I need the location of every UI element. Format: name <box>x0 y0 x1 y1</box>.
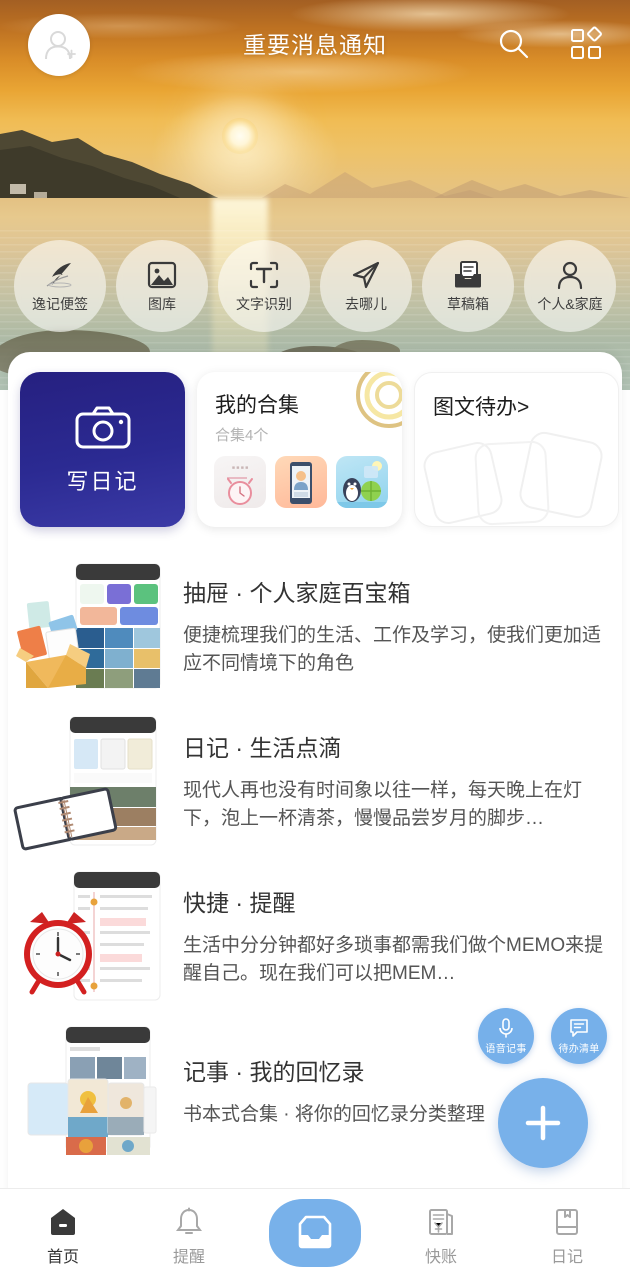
my-collection-card[interactable]: 我的合集 合集4个 ■ ■ ■ ■ <box>197 372 402 527</box>
text-recognition-icon <box>248 258 280 292</box>
todo-list-label: 待办清单 <box>558 1044 600 1055</box>
quick-action-label: 去哪儿 <box>345 296 387 312</box>
camera-icon <box>75 406 130 448</box>
chat-list-icon <box>570 1019 588 1037</box>
quick-action-personal-family[interactable]: 个人&家庭 <box>524 240 616 332</box>
feature-list: 抽屉 · 个人家庭百宝箱 便捷梳理我们的生活、工作及学习，使我们更加适应不同情境… <box>8 548 622 1168</box>
nav-label-accounting: 快账 <box>424 1248 457 1266</box>
list-item-title: 快捷 · 提醒 <box>183 889 296 916</box>
quick-action-label: 文字识别 <box>236 296 292 312</box>
nav-item-reminder[interactable]: 提醒 <box>126 1189 252 1280</box>
collection-title: 我的合集 <box>215 394 299 417</box>
image-text-todo-card[interactable]: 图文待办> <box>414 372 619 527</box>
card-row: 写日记 我的合集 合集4个 ■ ■ ■ ■ 图文待办> <box>20 372 619 527</box>
box-with-phone-grid-illustration <box>8 556 183 696</box>
photo-cards-phone-illustration <box>8 1021 183 1161</box>
nav-label-diary: 日记 <box>550 1248 583 1266</box>
write-diary-card[interactable]: 写日记 <box>20 372 185 527</box>
draft-inbox-icon <box>453 258 483 292</box>
voice-note-fab[interactable]: 语音记事 <box>478 1008 534 1064</box>
list-item-title: 日记 · 生活点滴 <box>183 734 342 761</box>
quick-action-label: 草稿箱 <box>447 296 489 312</box>
list-item-text: 日记 · 生活点滴 现代人再也没有时间象以往一样，每天晚上在灯下，泡上一杯清茶，… <box>183 729 622 832</box>
write-diary-label: 写日记 <box>66 468 139 494</box>
ring-decoration-icon <box>356 372 402 428</box>
bell-icon <box>175 1203 203 1237</box>
nav-label-reminder: 提醒 <box>172 1248 205 1266</box>
collection-thumbnails: ■ ■ ■ ■ <box>214 456 388 508</box>
photo-gallery-icon <box>147 258 177 292</box>
inbox-button[interactable] <box>269 1198 361 1267</box>
list-item[interactable]: 日记 · 生活点滴 现代人再也没有时间象以往一样，每天晚上在灯下，泡上一杯清茶，… <box>8 703 622 858</box>
list-item-desc: 现代人再也没有时间象以往一样，每天晚上在灯下，泡上一杯清茶，慢慢品尝岁月的脚步… <box>183 779 583 829</box>
list-item-title: 抽屉 · 个人家庭百宝箱 <box>183 579 411 606</box>
page-title: 重要消息通知 <box>243 32 387 58</box>
todo-card-title: 图文待办> <box>433 396 530 419</box>
list-item-text: 快捷 · 提醒 生活中分分钟都好多琐事都需我们做个MEMO来提醒自己。现在我们可… <box>183 884 622 987</box>
alarm-clock-thumbnail[interactable]: ■ ■ ■ ■ <box>214 456 266 508</box>
book-icon <box>553 1203 581 1237</box>
quick-actions-row: 逸记便签 图库 文字识别 去哪儿 草稿箱 个人&家庭 <box>0 240 630 340</box>
voice-note-label: 语音记事 <box>485 1044 527 1055</box>
account-icon <box>427 1203 455 1237</box>
todo-list-fab[interactable]: 待办清单 <box>551 1008 607 1064</box>
collection-subtitle: 合集4个 <box>215 427 269 444</box>
microphone-icon <box>499 1018 513 1038</box>
person-icon <box>555 258 585 292</box>
quick-action-places[interactable]: 去哪儿 <box>320 240 412 332</box>
nav-item-diary[interactable]: 日记 <box>504 1189 630 1280</box>
list-item[interactable]: 快捷 · 提醒 生活中分分钟都好多琐事都需我们做个MEMO来提醒自己。现在我们可… <box>8 858 622 1013</box>
penguin-scene-thumbnail[interactable] <box>336 456 388 508</box>
quick-action-gallery[interactable]: 图库 <box>116 240 208 332</box>
card-stack-decoration-icon <box>423 431 603 526</box>
list-item-desc: 生活中分分钟都好多琐事都需我们做个MEMO来提醒自己。现在我们可以把MEM… <box>183 934 604 984</box>
plus-icon <box>525 1105 561 1141</box>
bottom-navigation: 首页 提醒 快账 日记 <box>0 1188 630 1280</box>
list-item[interactable]: 抽屉 · 个人家庭百宝箱 便捷梳理我们的生活、工作及学习，使我们更加适应不同情境… <box>8 548 622 703</box>
nav-item-home[interactable]: 首页 <box>0 1189 126 1280</box>
search-icon[interactable] <box>496 26 532 62</box>
feather-pen-icon <box>44 258 76 292</box>
quick-action-label: 逸记便签 <box>32 296 88 312</box>
content-sheet: 写日记 我的合集 合集4个 ■ ■ ■ ■ 图文待办> 抽屉 · 个人家庭百宝箱… <box>8 352 622 1204</box>
alarm-clock-with-phone-illustration <box>8 866 183 1006</box>
add-fab[interactable] <box>498 1078 588 1168</box>
list-item-desc: 便捷梳理我们的生活、工作及学习，使我们更加适应不同情境下的角色 <box>183 624 602 674</box>
quick-action-notes[interactable]: 逸记便签 <box>14 240 106 332</box>
quick-action-ocr[interactable]: 文字识别 <box>218 240 310 332</box>
home-icon <box>49 1203 77 1237</box>
phone-person-thumbnail[interactable] <box>275 456 327 508</box>
grid-apps-icon[interactable] <box>568 26 604 62</box>
inbox-icon <box>298 1215 332 1248</box>
top-bar: 重要消息通知 <box>0 0 630 88</box>
nav-item-accounting[interactable]: 快账 <box>378 1189 504 1280</box>
list-item-text: 抽屉 · 个人家庭百宝箱 便捷梳理我们的生活、工作及学习，使我们更加适应不同情境… <box>183 574 622 677</box>
nav-item-inbox[interactable] <box>252 1189 378 1280</box>
app-screen: 重要消息通知 逸记便签 图库 文字识别 去哪儿 草稿箱 个人&家庭 写日记 我的… <box>0 0 630 1280</box>
quick-action-label: 图库 <box>148 296 176 312</box>
paper-plane-icon <box>351 258 381 292</box>
svg-text:■ ■ ■ ■: ■ ■ ■ ■ <box>232 465 248 471</box>
quick-action-drafts[interactable]: 草稿箱 <box>422 240 514 332</box>
quick-action-label: 个人&家庭 <box>537 296 603 312</box>
nav-label-home: 首页 <box>46 1248 79 1266</box>
notebook-with-phone-illustration <box>8 711 183 851</box>
